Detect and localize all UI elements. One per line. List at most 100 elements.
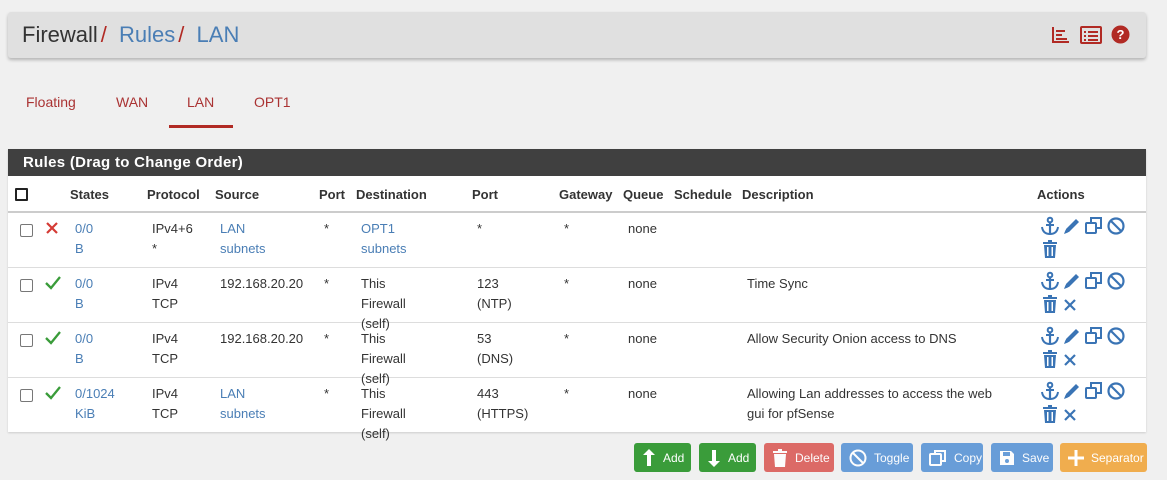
source-port-cell: * — [324, 331, 330, 346]
disable-rule-icon[interactable] — [1106, 216, 1126, 239]
col-protocol[interactable]: Protocol — [147, 187, 200, 202]
anchor-icon[interactable] — [1040, 271, 1060, 294]
breadcrumb-lan[interactable]: LAN — [197, 22, 240, 47]
copy-rule-icon[interactable] — [1084, 381, 1104, 404]
check-icon[interactable] — [45, 275, 61, 294]
source-port-cell: * — [324, 276, 330, 291]
tab-lan[interactable]: LAN — [187, 94, 214, 110]
source-cell[interactable]: LAN subnets — [220, 384, 266, 424]
separator-button[interactable]: Separator — [1060, 443, 1147, 472]
col-gateway[interactable]: Gateway — [559, 187, 612, 202]
trash-icon[interactable] — [1040, 349, 1060, 372]
delete-button[interactable]: Delete — [764, 443, 834, 472]
trash-icon[interactable] — [1040, 239, 1060, 262]
protocol-value: TCP — [152, 351, 178, 366]
rules-panel: Rules (Drag to Change Order) States Prot… — [8, 149, 1146, 441]
anchor-icon[interactable] — [1040, 326, 1060, 349]
copy-rule-icon[interactable] — [1084, 271, 1104, 294]
save-label: Save — [1022, 450, 1050, 465]
disable-rule-icon[interactable] — [1106, 326, 1126, 349]
help-icon[interactable]: ? — [1111, 25, 1130, 44]
protocol-cell: IPv4 TCP — [152, 329, 178, 369]
floppy-icon — [1000, 450, 1014, 465]
row-divider — [8, 377, 1146, 378]
destination-value: OPT1 subnets — [361, 221, 407, 256]
edit-pencil-icon[interactable] — [1062, 326, 1082, 349]
remove-x-icon[interactable] — [1062, 294, 1078, 317]
disable-rule-icon[interactable] — [1106, 271, 1126, 294]
edit-pencil-icon[interactable] — [1062, 381, 1082, 404]
disable-rule-icon[interactable] — [1106, 381, 1126, 404]
select-all-checkbox[interactable] — [15, 188, 28, 201]
row-divider — [8, 322, 1146, 323]
states-value: KiB — [75, 406, 96, 421]
edit-pencil-icon[interactable] — [1062, 216, 1082, 239]
breadcrumb: Firewall / Rules / LAN — [22, 22, 239, 48]
toggle-button[interactable]: Toggle — [841, 443, 913, 472]
queue-cell: none — [628, 331, 657, 346]
states-link[interactable]: 0/0 B — [75, 329, 93, 369]
row-checkbox[interactable] — [20, 224, 33, 237]
clone-icon — [929, 449, 946, 466]
states-value: 0/0 B — [75, 331, 94, 366]
anchor-icon[interactable] — [1040, 381, 1060, 404]
protocol-cell: IPv4 TCP — [152, 274, 178, 314]
anchor-icon[interactable] — [1040, 216, 1060, 239]
remove-x-icon[interactable] — [1062, 404, 1078, 427]
source-cell[interactable]: LAN subnets — [220, 219, 266, 259]
copy-rule-icon[interactable] — [1084, 216, 1104, 239]
trash-icon[interactable] — [1040, 404, 1060, 427]
gateway-cell: * — [564, 276, 570, 291]
dest-port-value: 53 (DNS) — [477, 331, 514, 366]
col-description[interactable]: Description — [742, 187, 814, 202]
dest-port-value: 123 (NTP) — [477, 276, 512, 311]
row-checkbox[interactable] — [20, 389, 33, 402]
col-destination[interactable]: Destination — [356, 187, 427, 202]
remove-x-icon[interactable] — [1062, 349, 1078, 372]
col-port[interactable]: Port — [319, 187, 345, 202]
tab-opt1[interactable]: OPT1 — [254, 94, 291, 110]
trash-icon — [773, 448, 787, 467]
save-button[interactable]: Save — [991, 443, 1053, 472]
row-checkbox[interactable] — [20, 334, 33, 347]
edit-pencil-icon[interactable] — [1062, 271, 1082, 294]
trash-icon[interactable] — [1040, 294, 1060, 317]
log-list-icon[interactable] — [1080, 25, 1102, 44]
copy-rule-icon[interactable] — [1084, 326, 1104, 349]
breadcrumb-rules[interactable]: Rules — [119, 22, 175, 47]
queue-cell: none — [628, 386, 657, 401]
destination-cell[interactable]: OPT1 subnets — [361, 219, 407, 259]
source-cell: 192.168.20.20 — [220, 276, 304, 291]
states-link[interactable]: 0/1024 KiB — [75, 384, 115, 424]
col-queue[interactable]: Queue — [623, 187, 663, 202]
col-states[interactable]: States — [70, 187, 109, 202]
check-icon[interactable] — [45, 330, 61, 349]
col-source[interactable]: Source — [215, 187, 259, 202]
tab-floating[interactable]: Floating — [26, 94, 76, 110]
states-value: 0/1024 — [75, 386, 115, 401]
breadcrumb-firewall: Firewall — [22, 22, 98, 47]
row-actions — [1040, 326, 1135, 372]
destination-cell: This Firewall (self) — [361, 329, 406, 389]
protocol-value: IPv4 — [152, 331, 179, 346]
states-link[interactable]: 0/0 B — [75, 274, 93, 314]
protocol-value: IPv4+6 * — [152, 221, 193, 256]
destination-cell: This Firewall (self) — [361, 384, 406, 444]
col-dest-port[interactable]: Port — [472, 187, 498, 202]
chart-bars-icon[interactable] — [1051, 26, 1071, 44]
protocol-value: IPv4 — [152, 276, 179, 291]
description-cell: Allow Security Onion access to DNS — [747, 329, 1032, 349]
block-x-icon[interactable] — [45, 220, 59, 239]
add-top-label: Add — [663, 450, 685, 465]
dest-port-value: 443 — [477, 386, 499, 401]
panel-title: Rules (Drag to Change Order) — [8, 149, 1146, 176]
copy-button[interactable]: Copy — [921, 443, 983, 472]
row-checkbox[interactable] — [20, 279, 33, 292]
add-top-button[interactable]: Add — [634, 443, 691, 472]
tab-wan[interactable]: WAN — [116, 94, 148, 110]
destination-value: (self) — [361, 426, 390, 441]
col-schedule[interactable]: Schedule — [674, 187, 732, 202]
add-bottom-button[interactable]: Add — [699, 443, 756, 472]
check-icon[interactable] — [45, 385, 61, 404]
states-link[interactable]: 0/0 B — [75, 219, 93, 259]
